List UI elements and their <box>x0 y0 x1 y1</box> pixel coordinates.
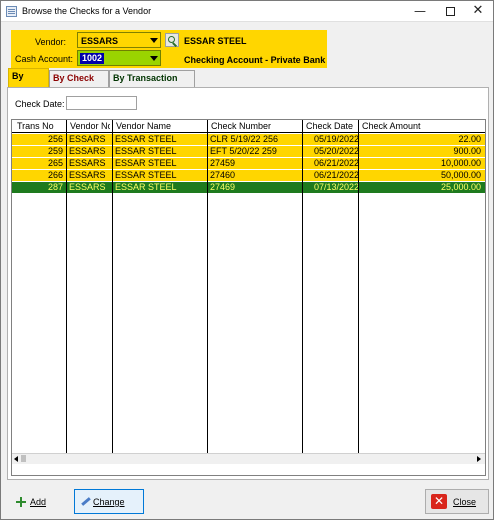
cell-check-date: 06/21/2022 <box>313 158 359 168</box>
cell-check-number: 27460 <box>210 170 236 180</box>
cell-vendor-no: ESSARS <box>69 134 106 144</box>
column-divider <box>358 120 359 453</box>
column-divider <box>207 120 208 453</box>
change-button-label: Change <box>93 497 125 507</box>
checks-grid[interactable]: Trans No Vendor No Vendor Name Check Num… <box>11 119 486 476</box>
cell-check-amount: 10,000.00 <box>440 158 481 168</box>
cell-check-date: 05/19/2022 <box>313 134 359 144</box>
table-row-selected[interactable]: 287 ESSARS ESSAR STEEL 27469 07/13/2022 … <box>12 182 485 193</box>
cell-trans-no: 265 <box>47 158 63 168</box>
vendor-header-panel: Vendor: ESSARS ESSAR STEEL Cash Account:… <box>11 30 327 68</box>
column-header-check-amount[interactable]: Check Amount <box>362 121 482 131</box>
cell-check-number: 27459 <box>210 158 236 168</box>
column-header-check-date[interactable]: Check Date <box>306 121 356 131</box>
vendor-select[interactable]: ESSARS <box>77 32 161 48</box>
plus-icon <box>16 497 26 507</box>
vendor-select-value: ESSARS <box>81 36 119 46</box>
cash-account-label: Cash Account: <box>15 54 74 64</box>
grid-header: Trans No Vendor No Vendor Name Check Num… <box>12 120 485 133</box>
cash-account-name-display: Checking Account - Private Bank <box>184 55 326 65</box>
scroll-right-arrow-icon[interactable] <box>477 456 481 462</box>
cell-trans-no: 287 <box>47 182 63 192</box>
cash-account-select[interactable]: 1002 <box>77 50 161 66</box>
chevron-down-icon[interactable] <box>150 56 158 61</box>
column-divider <box>302 120 303 453</box>
column-divider <box>112 120 113 453</box>
cell-vendor-name: ESSAR STEEL <box>115 182 177 192</box>
column-divider <box>66 120 67 453</box>
close-icon: ✕ <box>431 494 447 509</box>
tab-panel-by-date: Check Date: Trans No Vendor No Vendor Na… <box>7 87 489 480</box>
check-date-label: Check Date: <box>15 99 65 109</box>
column-header-trans-no[interactable]: Trans No <box>17 121 65 131</box>
cell-check-amount: 25,000.00 <box>440 182 481 192</box>
vendor-lookup-icon[interactable] <box>165 33 179 47</box>
cell-check-date: 07/13/2022 <box>313 182 359 192</box>
add-button-label: Add <box>30 497 47 507</box>
scroll-left-arrow-icon[interactable] <box>14 456 18 462</box>
cell-check-amount: 22.00 <box>458 134 481 144</box>
close-button-label: Close <box>453 497 477 507</box>
app-window-icon <box>6 6 17 17</box>
horizontal-scrollbar[interactable] <box>12 453 485 464</box>
cell-vendor-no: ESSARS <box>69 146 106 156</box>
minimize-button[interactable]: — <box>405 1 435 21</box>
maximize-button[interactable] <box>435 1 465 21</box>
cell-vendor-name: ESSAR STEEL <box>115 134 177 144</box>
vendor-name-display: ESSAR STEEL <box>184 36 247 46</box>
title-bar: Browse the Checks for a Vendor — ✕ <box>1 1 493 22</box>
cell-trans-no: 266 <box>47 170 63 180</box>
cell-check-amount: 900.00 <box>453 146 481 156</box>
column-header-vendor-no[interactable]: Vendor No <box>70 121 110 131</box>
table-row[interactable]: 265 ESSARS ESSAR STEEL 27459 06/21/2022 … <box>12 158 485 169</box>
vendor-label: Vendor: <box>35 37 67 47</box>
cell-check-number: CLR 5/19/22 256 <box>210 134 279 144</box>
maximize-icon <box>445 7 455 16</box>
cell-check-number: 27469 <box>210 182 236 192</box>
cell-trans-no: 259 <box>47 146 63 156</box>
cell-check-amount: 50,000.00 <box>440 170 481 180</box>
window-title: Browse the Checks for a Vendor <box>22 6 152 16</box>
cell-trans-no: 256 <box>47 134 63 144</box>
cash-account-select-value: 1002 <box>80 53 105 64</box>
check-date-input[interactable] <box>66 96 137 110</box>
cell-vendor-name: ESSAR STEEL <box>115 158 177 168</box>
table-row[interactable]: 256 ESSARS ESSAR STEEL CLR 5/19/22 256 0… <box>12 134 485 145</box>
tab-by-date[interactable]: By Date <box>8 68 49 96</box>
change-button[interactable]: Change <box>74 489 144 514</box>
cell-check-date: 06/21/2022 <box>313 170 359 180</box>
chevron-down-icon[interactable] <box>150 38 158 43</box>
add-button[interactable]: Add <box>7 489 65 514</box>
browse-checks-window: Browse the Checks for a Vendor — ✕ Vendo… <box>0 0 494 520</box>
window-close-button[interactable]: ✕ <box>463 1 493 21</box>
column-header-vendor-name[interactable]: Vendor Name <box>116 121 206 131</box>
cell-check-date: 05/20/2022 <box>313 146 359 156</box>
close-button[interactable]: ✕ Close <box>425 489 489 514</box>
tab-by-transaction-no[interactable]: By Transaction No. <box>109 70 195 98</box>
scrollbar-thumb[interactable] <box>21 455 26 462</box>
cell-vendor-name: ESSAR STEEL <box>115 170 177 180</box>
table-row[interactable]: 266 ESSARS ESSAR STEEL 27460 06/21/2022 … <box>12 170 485 181</box>
cell-vendor-name: ESSAR STEEL <box>115 146 177 156</box>
table-row[interactable]: 259 ESSARS ESSAR STEEL EFT 5/20/22 259 0… <box>12 146 485 157</box>
cell-vendor-no: ESSARS <box>69 182 106 192</box>
cell-vendor-no: ESSARS <box>69 158 106 168</box>
cell-check-number: EFT 5/20/22 259 <box>210 146 277 156</box>
column-header-check-number[interactable]: Check Number <box>211 121 301 131</box>
pencil-icon <box>80 496 90 506</box>
cell-vendor-no: ESSARS <box>69 170 106 180</box>
tab-by-check-no[interactable]: By Check No. <box>49 70 109 98</box>
